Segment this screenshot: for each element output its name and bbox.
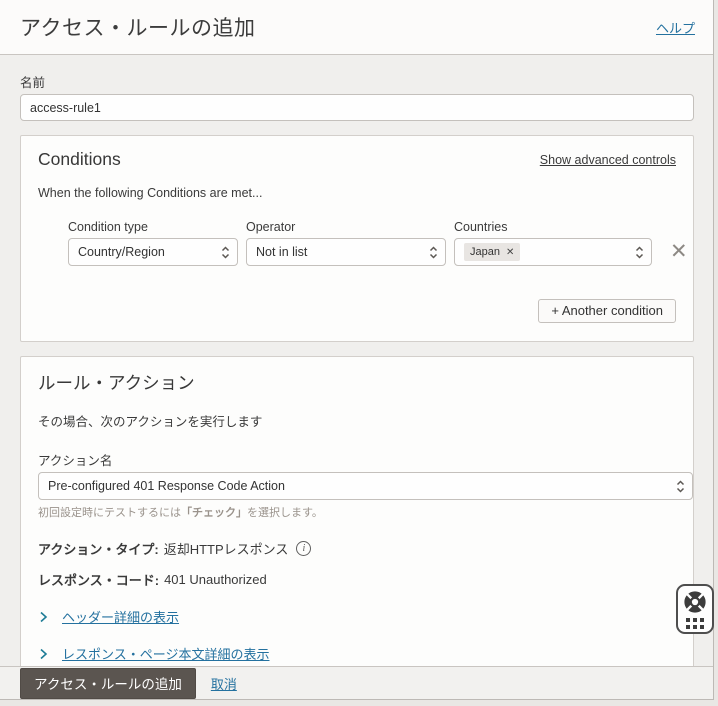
name-field-group: 名前: [20, 72, 694, 121]
conditions-intro: When the following Conditions are met...: [38, 186, 676, 200]
add-access-rule-page: アクセス・ルールの追加 ヘルプ 名前 Conditions Show advan…: [0, 0, 714, 700]
header-details-toggle: ヘッダー詳細の表示: [38, 607, 676, 626]
operator-select[interactable]: Not in list: [246, 238, 446, 266]
info-icon[interactable]: i: [296, 541, 311, 556]
operator-value: Not in list: [256, 245, 307, 259]
page-body: 名前 Conditions Show advanced controls Whe…: [0, 55, 713, 666]
operator-label: Operator: [246, 220, 446, 234]
help-link[interactable]: ヘルプ: [656, 18, 695, 37]
name-label: 名前: [20, 72, 694, 91]
conditions-title: Conditions: [38, 149, 121, 170]
header-details-link[interactable]: ヘッダー詳細の表示: [62, 607, 179, 626]
countries-select[interactable]: Japan ✕: [454, 238, 652, 266]
country-tag: Japan ✕: [464, 243, 520, 261]
response-code-label: レスポンス・コード:: [38, 570, 159, 589]
another-condition-row: + Another condition: [38, 299, 676, 323]
another-condition-button[interactable]: + Another condition: [538, 299, 676, 323]
countries-group: Countries Japan ✕: [454, 220, 652, 266]
cancel-link[interactable]: 取消: [211, 674, 237, 693]
response-code-row: レスポンス・コード: 401 Unauthorized: [38, 570, 676, 589]
help-widget[interactable]: [676, 584, 714, 634]
country-tag-remove-icon[interactable]: ✕: [506, 247, 514, 258]
response-code-value: 401 Unauthorized: [164, 572, 267, 587]
rule-action-title: ルール・アクション: [38, 370, 676, 395]
condition-type-value: Country/Region: [78, 245, 165, 259]
action-helper-text: 初回設定時にテストするには「チェック」を選択します。: [38, 504, 676, 520]
name-input[interactable]: [20, 94, 694, 121]
countries-label: Countries: [454, 220, 652, 234]
condition-type-select[interactable]: Country/Region: [68, 238, 238, 266]
action-type-label: アクション・タイプ:: [38, 539, 159, 558]
select-spinner-icon: [635, 246, 644, 259]
life-buoy-icon: [683, 590, 707, 614]
body-details-link[interactable]: レスポンス・ページ本文詳細の表示: [62, 644, 269, 663]
page-header: アクセス・ルールの追加 ヘルプ: [0, 0, 713, 55]
drag-grid-icon[interactable]: [686, 618, 704, 629]
action-type-row: アクション・タイプ: 返却HTTPレスポンス i: [38, 539, 676, 558]
condition-type-label: Condition type: [68, 220, 238, 234]
action-type-value: 返却HTTPレスポンス: [164, 539, 289, 558]
condition-type-group: Condition type Country/Region: [68, 220, 238, 266]
show-advanced-controls-link[interactable]: Show advanced controls: [540, 153, 676, 167]
country-tag-label: Japan: [470, 246, 500, 258]
remove-condition-icon[interactable]: ✕: [670, 238, 688, 266]
conditions-panel: Conditions Show advanced controls When t…: [20, 135, 694, 342]
operator-group: Operator Not in list: [246, 220, 446, 266]
select-spinner-icon: [221, 246, 230, 259]
chevron-right-icon[interactable]: [38, 648, 49, 660]
condition-row: Condition type Country/Region Operator N…: [38, 220, 676, 266]
submit-button[interactable]: アクセス・ルールの追加: [20, 668, 196, 699]
rule-action-intro: その場合、次のアクションを実行します: [38, 411, 676, 430]
conditions-panel-head: Conditions Show advanced controls: [38, 149, 676, 170]
action-name-label: アクション名: [38, 450, 676, 469]
body-details-toggle: レスポンス・ページ本文詳細の表示: [38, 644, 676, 663]
chevron-right-icon[interactable]: [38, 611, 49, 623]
select-spinner-icon: [429, 246, 438, 259]
action-name-value: Pre-configured 401 Response Code Action: [48, 479, 285, 493]
page-title: アクセス・ルールの追加: [20, 12, 255, 42]
action-name-select[interactable]: Pre-configured 401 Response Code Action: [38, 472, 693, 500]
rule-action-panel: ルール・アクション その場合、次のアクションを実行します アクション名 Pre-…: [20, 356, 694, 666]
select-spinner-icon: [676, 480, 685, 493]
page-footer: アクセス・ルールの追加 取消: [0, 666, 713, 699]
